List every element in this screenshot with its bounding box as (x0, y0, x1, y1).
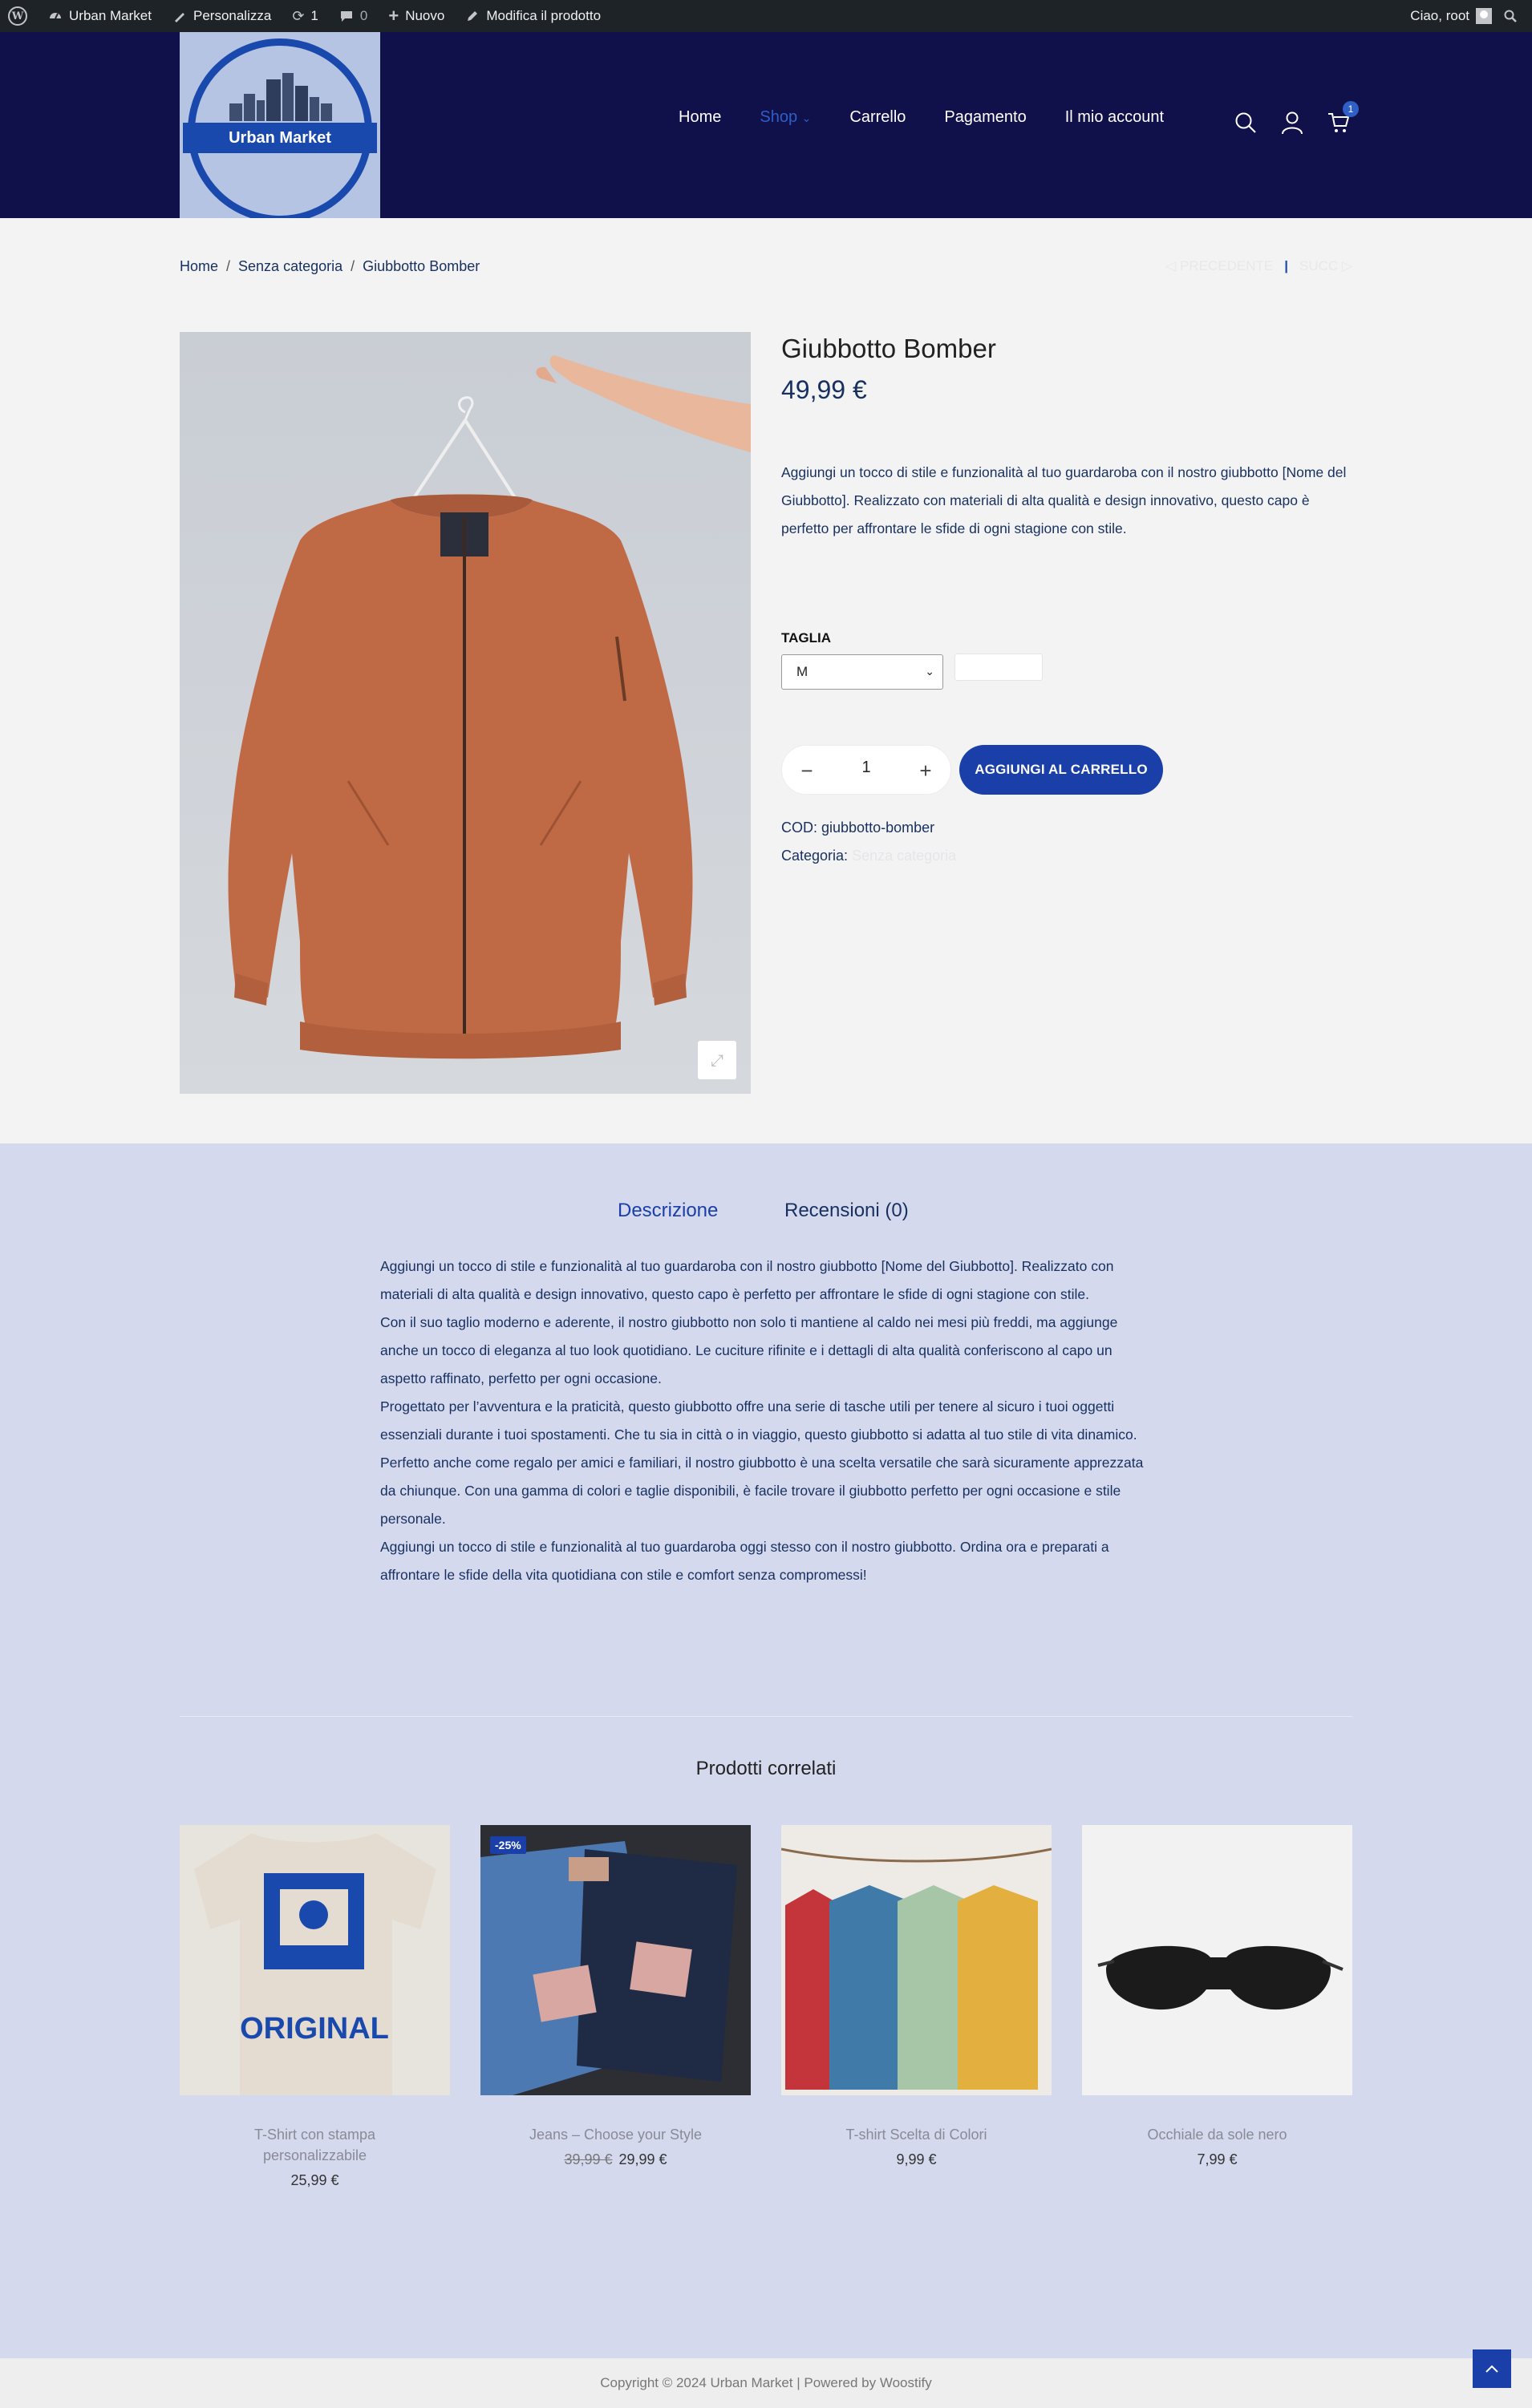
product-main-image[interactable]: ⤢ (180, 332, 751, 1094)
nav-account[interactable]: Il mio account (1065, 108, 1164, 127)
admin-search-icon[interactable] (1503, 9, 1518, 23)
related-products-title: Prodotti correlati (695, 1758, 837, 1779)
wordpress-logo-icon[interactable]: W (8, 6, 27, 26)
chevron-down-icon: ⌄ (801, 111, 812, 124)
prev-product-link[interactable]: ◁ PRECEDENTE (1165, 258, 1273, 274)
header-cart-button[interactable]: 1 (1327, 101, 1359, 135)
admin-site-link[interactable]: Urban Market (48, 8, 152, 24)
related-product-card[interactable]: Occhiale da sole nero 7,99 € (1082, 1825, 1352, 2168)
avatar (1476, 8, 1492, 24)
nav-shop[interactable]: Shop ⌄ (760, 108, 811, 127)
site-header: Urban Market Home Shop ⌄ Carrello Pagame… (0, 32, 1532, 218)
sunglasses-photo (1097, 1945, 1344, 2010)
comment-icon (340, 11, 352, 22)
admin-customize-link[interactable]: Personalizza (172, 8, 271, 24)
product-price: 39,99 €29,99 € (564, 2151, 667, 2167)
search-icon[interactable] (1234, 111, 1258, 135)
breadcrumb-home[interactable]: Home (180, 258, 218, 275)
size-select[interactable]: M ⌄ (781, 654, 943, 690)
cart-count-badge: 1 (1343, 101, 1359, 117)
tab-reviews[interactable]: Recensioni (0) (784, 1200, 909, 1222)
product-price: 9,99 € (896, 2151, 937, 2167)
nav-cart[interactable]: Carrello (849, 108, 906, 127)
chevron-down-icon: ⌄ (925, 665, 934, 678)
admin-account-link[interactable]: Ciao, root (1410, 8, 1492, 24)
discount-badge: -25% (490, 1836, 526, 1854)
tshirt-print-photo: ORIGINAL (194, 1833, 436, 2095)
size-label: TAGLIA (781, 630, 832, 646)
product-price: 25,99 € (290, 2172, 339, 2188)
product-name[interactable]: Jeans – Choose your Style (480, 2124, 751, 2145)
svg-text:ORIGINAL: ORIGINAL (240, 2012, 389, 2046)
product-short-description: Aggiungi un tocco di stile e funzionalit… (781, 464, 1347, 536)
main-nav: Home Shop ⌄ Carrello Pagamento Il mio ac… (679, 108, 1164, 127)
product-description: Aggiungi un tocco di stile e funzionalit… (380, 1258, 1144, 1583)
arrow-left-icon: ◁ (1165, 258, 1177, 273)
bomber-jacket-photo (228, 355, 751, 1059)
product-category: Categoria: Senza categoria (781, 848, 957, 864)
admin-bar: W Urban Market Personalizza ⟳ 1 0 + Nuov… (0, 0, 1532, 32)
updates-icon: ⟳ (292, 7, 305, 24)
admin-edit-product-link[interactable]: Modifica il prodotto (465, 8, 601, 24)
admin-updates-link[interactable]: ⟳ 1 (292, 8, 318, 25)
product-title: Giubbotto Bomber (781, 334, 996, 363)
product-thumbnail[interactable] (781, 1825, 1052, 2095)
section-divider (180, 1716, 1352, 1717)
next-product-link[interactable]: SUCC ▷ (1299, 258, 1352, 274)
product-navigation: ◁ PRECEDENTE | SUCC ▷ (1165, 258, 1352, 274)
product-tabs-section: Descrizione Recensioni (0) Aggiungi un t… (0, 1143, 1532, 2358)
product-name[interactable]: T-shirt Scelta di Colori (781, 2124, 1052, 2145)
quantity-minus-button[interactable]: − (793, 757, 821, 784)
product-price: 7,99 € (1197, 2151, 1238, 2167)
expand-icon: ⤢ (711, 1050, 723, 1070)
nav-checkout[interactable]: Pagamento (944, 108, 1026, 127)
copyright-text: Copyright © 2024 Urban Market | Powered … (600, 2375, 932, 2390)
arrow-right-icon: ▷ (1341, 258, 1352, 273)
quantity-input[interactable]: 1 (838, 759, 894, 777)
related-product-card[interactable]: -25% Jeans – Choose your Style 39,99 €29… (480, 1825, 751, 2168)
product-price: 49,99 € (781, 375, 867, 404)
colored-tshirts-photo (781, 1847, 1052, 2090)
site-footer: Copyright © 2024 Urban Market | Powered … (0, 2358, 1532, 2408)
product-name[interactable]: T-Shirt con stampa personalizzabile (180, 2124, 450, 2166)
product-sku: COD: giubbotto-bomber (781, 820, 935, 836)
product-thumbnail[interactable]: -25% (480, 1825, 751, 2095)
quantity-stepper: − 1 + (781, 745, 951, 795)
tab-description[interactable]: Descrizione (618, 1200, 718, 1222)
product-name[interactable]: Occhiale da sole nero (1082, 2124, 1352, 2145)
chevron-up-icon (1485, 2365, 1498, 2373)
dashboard-icon (50, 13, 61, 19)
breadcrumb-category[interactable]: Senza categoria (238, 258, 342, 275)
quantity-plus-button[interactable]: + (912, 757, 939, 784)
related-product-card[interactable]: ORIGINAL T-Shirt con stampa personalizza… (180, 1825, 450, 2189)
zoom-button[interactable]: ⤢ (698, 1041, 736, 1079)
breadcrumb: Home / Senza categoria / Giubbotto Bombe… (180, 258, 480, 275)
scroll-to-top-button[interactable] (1473, 2349, 1511, 2388)
header-icons: 1 (1234, 101, 1359, 135)
brush-icon (174, 13, 184, 22)
plus-icon: + (388, 6, 399, 26)
logo-text: Urban Market (183, 123, 377, 153)
product-thumbnail[interactable]: ORIGINAL (180, 1825, 450, 2095)
nav-home[interactable]: Home (679, 108, 721, 127)
admin-new-link[interactable]: + Nuovo (388, 6, 444, 26)
breadcrumb-current: Giubbotto Bomber (363, 258, 480, 274)
product-thumbnail[interactable] (1082, 1825, 1352, 2095)
category-link[interactable]: Senza categoria (852, 848, 956, 864)
site-logo[interactable]: Urban Market (180, 32, 380, 218)
related-product-card[interactable]: T-shirt Scelta di Colori 9,99 € (781, 1825, 1052, 2168)
reset-variations-box[interactable] (954, 654, 1043, 681)
add-to-cart-button[interactable]: AGGIUNGI AL CARRELLO (959, 745, 1163, 795)
old-price: 39,99 € (564, 2151, 613, 2167)
user-icon[interactable] (1280, 111, 1304, 135)
jeans-photo (480, 1841, 737, 2095)
admin-comments-link[interactable]: 0 (339, 8, 367, 24)
pencil-icon (468, 11, 478, 21)
